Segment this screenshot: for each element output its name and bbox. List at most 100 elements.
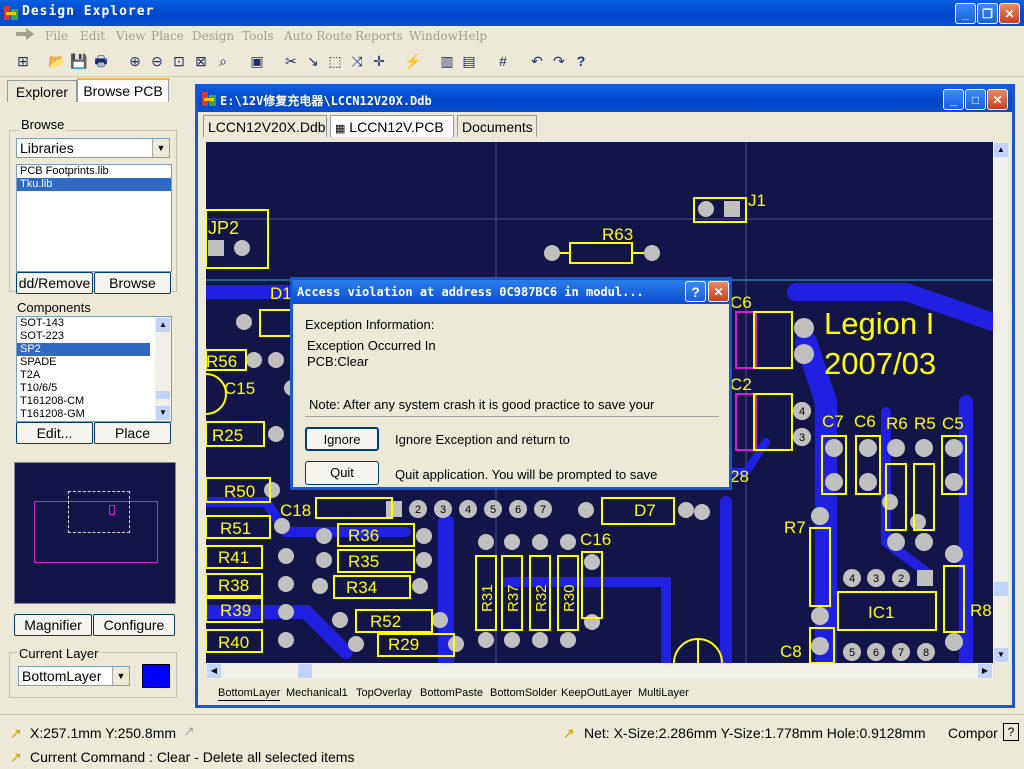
zoom-out-icon[interactable]: ⊖ xyxy=(148,52,166,70)
menu-design[interactable]: Design xyxy=(192,29,234,43)
configure-button[interactable]: Configure xyxy=(93,614,175,636)
library-edit-icon[interactable]: ▤ xyxy=(460,52,478,70)
doc-minimize-button[interactable]: _ xyxy=(943,89,964,110)
status-component: Compor xyxy=(948,725,998,741)
scroll-thumb[interactable] xyxy=(298,664,312,678)
menu-file[interactable]: File xyxy=(45,29,68,43)
ic-pin-7: 7 xyxy=(898,647,904,659)
menu-view[interactable]: View xyxy=(116,29,146,43)
pcb-vertical-scrollbar[interactable]: ▲ ▼ xyxy=(993,142,1009,663)
browse-icon[interactable]: ▣ xyxy=(248,52,266,70)
chevron-down-icon[interactable]: ▼ xyxy=(152,139,169,157)
cross-probe-icon[interactable]: ↘ xyxy=(304,52,322,70)
menu-auto-route[interactable]: Auto Route xyxy=(284,29,352,43)
back-arrow-icon[interactable] xyxy=(14,28,36,44)
select-icon[interactable]: ⬚ xyxy=(326,52,344,70)
layer-tab-keepout[interactable]: KeepOutLayer xyxy=(561,686,632,700)
deselect-icon[interactable]: ⤨ xyxy=(348,52,366,70)
tab-browse-pcb[interactable]: Browse PCB xyxy=(77,78,169,102)
list-item[interactable]: SP2 xyxy=(17,343,150,356)
doc-close-button[interactable]: ✕ xyxy=(987,89,1008,110)
dialog-help-button[interactable]: ? xyxy=(685,281,706,302)
menu-place[interactable]: Place xyxy=(151,29,184,43)
layer-tab-bottomsolder[interactable]: BottomSolder xyxy=(490,686,557,700)
scroll-thumb[interactable] xyxy=(994,582,1008,596)
browse-button[interactable]: Browse xyxy=(94,272,171,294)
redo-icon[interactable]: ↷ xyxy=(550,52,568,70)
pcb-horizontal-scrollbar[interactable]: ◀ ▶ xyxy=(206,663,993,679)
help-icon[interactable]: ? xyxy=(572,52,590,70)
doc-maximize-button[interactable]: □ xyxy=(965,89,986,110)
browse-select-value: Libraries xyxy=(20,140,74,156)
component-list[interactable]: SOT-143 SOT-223 SP2 SPADE T2A T10/6/5 T1… xyxy=(16,316,172,422)
status-coords: X:257.1mm Y:250.8mm xyxy=(30,725,177,741)
zoom-in-icon[interactable]: ⊕ xyxy=(126,52,144,70)
scroll-down-icon[interactable]: ▼ xyxy=(994,648,1008,662)
quit-button[interactable]: Quit xyxy=(305,461,379,485)
tab-pcb[interactable]: ▦ LCCN12V.PCB xyxy=(330,115,454,137)
label-c2: C2 xyxy=(730,375,752,394)
tab-explorer[interactable]: Explorer xyxy=(7,80,77,102)
list-item[interactable]: SOT-223 xyxy=(17,330,171,343)
list-item[interactable]: T10/6/5 xyxy=(17,382,171,395)
scroll-right-icon[interactable]: ▶ xyxy=(978,664,992,678)
menu-tools[interactable]: Tools xyxy=(242,29,274,43)
menu-reports[interactable]: Reports xyxy=(355,29,403,43)
list-item[interactable]: PCB Footprints.lib xyxy=(17,165,171,178)
minimize-button[interactable]: _ xyxy=(955,3,976,24)
zoom-fit-icon[interactable]: ⊠ xyxy=(192,52,210,70)
print-icon[interactable]: 🖶 xyxy=(92,52,110,70)
wand-icon[interactable]: ⚡ xyxy=(404,52,422,70)
status-help-icon[interactable]: ? xyxy=(1003,723,1019,741)
open-icon[interactable]: 📂 xyxy=(48,52,66,70)
current-layer-select[interactable]: BottomLayer ▼ xyxy=(18,666,130,686)
menu-help[interactable]: Help xyxy=(458,29,487,43)
browse-select[interactable]: Libraries ▼ xyxy=(16,138,170,158)
component-scrollbar[interactable]: ▲ ▼ xyxy=(155,317,171,421)
list-item[interactable]: T161208-GM xyxy=(17,408,171,421)
layer-tab-topoverlay[interactable]: TopOverlay xyxy=(356,686,412,700)
scroll-thumb[interactable] xyxy=(156,391,170,399)
zoom-last-icon[interactable]: ⌕ xyxy=(214,52,232,70)
current-layer-title: Current Layer xyxy=(17,646,101,661)
layer-color-swatch[interactable] xyxy=(142,664,170,688)
list-item[interactable]: SOT-143 xyxy=(17,317,171,330)
menu-edit[interactable]: Edit xyxy=(80,29,105,43)
app-icon xyxy=(4,6,18,20)
chevron-down-icon[interactable]: ▼ xyxy=(112,667,129,685)
magnifier-button[interactable]: Magnifier xyxy=(14,614,92,636)
list-item[interactable]: SPADE xyxy=(17,356,171,369)
scroll-up-icon[interactable]: ▲ xyxy=(994,143,1008,157)
grid-icon[interactable]: # xyxy=(494,52,512,70)
list-item[interactable]: T2A xyxy=(17,369,171,382)
list-item[interactable]: Tku.lib xyxy=(17,178,171,191)
library-list[interactable]: PCB Footprints.lib Tku.lib xyxy=(16,164,172,272)
close-button[interactable]: ✕ xyxy=(999,3,1020,24)
move-icon[interactable]: ✛ xyxy=(370,52,388,70)
board-preview[interactable] xyxy=(14,462,176,604)
list-item[interactable]: T161208-CM xyxy=(17,395,171,408)
place-button[interactable]: Place xyxy=(94,422,171,444)
ignore-button[interactable]: Ignore xyxy=(305,427,379,451)
layer-tab-bottom[interactable]: BottomLayer xyxy=(218,686,281,701)
label-c15: C15 xyxy=(224,379,255,398)
library-icon[interactable]: ▥ xyxy=(438,52,456,70)
layer-tab-mechanical1[interactable]: Mechanical1 xyxy=(286,686,348,700)
save-icon[interactable]: 💾 xyxy=(70,52,88,70)
menu-window[interactable]: Window xyxy=(409,29,458,43)
edit-button[interactable]: Edit... xyxy=(16,422,93,444)
restore-button[interactable]: ❐ xyxy=(977,3,998,24)
add-remove-button[interactable]: dd/Remove xyxy=(16,272,93,294)
layer-tab-multilayer[interactable]: MultiLayer xyxy=(638,686,689,700)
dialog-close-button[interactable]: ✕ xyxy=(708,281,729,302)
layer-tab-bottompaste[interactable]: BottomPaste xyxy=(420,686,483,700)
scroll-up-icon[interactable]: ▲ xyxy=(156,318,170,332)
tab-documents[interactable]: Documents xyxy=(457,115,537,137)
tab-ddb[interactable]: LCCN12V20X.Ddb xyxy=(203,115,327,137)
scroll-left-icon[interactable]: ◀ xyxy=(207,664,221,678)
zoom-area-icon[interactable]: ⊡ xyxy=(170,52,188,70)
undo-icon[interactable]: ↶ xyxy=(528,52,546,70)
cut-icon[interactable]: ✂ xyxy=(282,52,300,70)
scroll-down-icon[interactable]: ▼ xyxy=(156,406,170,420)
design-manager-icon[interactable]: ⊞ xyxy=(14,52,32,70)
